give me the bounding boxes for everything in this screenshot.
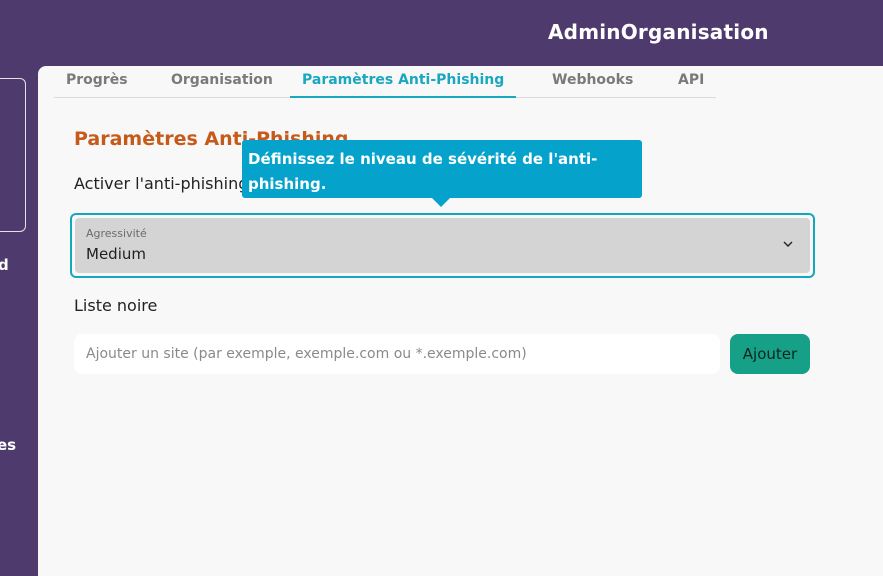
tab-webhooks[interactable]: Webhooks <box>552 72 633 96</box>
sidebar-text-fragment[interactable]: es <box>0 436 16 454</box>
app-title: AdminOrganisation <box>548 20 769 44</box>
add-site-button[interactable]: Ajouter <box>730 334 810 374</box>
severity-tooltip: Définissez le niveau de sévérité de l'an… <box>242 140 642 198</box>
tab-organisation[interactable]: Organisation <box>171 72 273 96</box>
tab-anti-phishing[interactable]: Paramètres Anti-Phishing <box>290 72 517 98</box>
sidebar-panel[interactable] <box>0 78 26 232</box>
enable-anti-phishing-label: Activer l'anti-phishing <box>74 174 249 193</box>
tab-bar: Progrès Organisation Paramètres Anti-Phi… <box>54 66 716 98</box>
aggressiveness-label: Agressivité <box>86 227 147 240</box>
aggressiveness-value: Medium <box>86 245 146 263</box>
sidebar-text-fragment[interactable]: d <box>0 256 9 274</box>
tab-api[interactable]: API <box>678 72 704 96</box>
tab-progres[interactable]: Progrès <box>66 72 128 96</box>
chevron-down-icon <box>783 241 793 247</box>
blacklist-site-input[interactable] <box>74 334 720 374</box>
tooltip-arrow <box>432 198 450 207</box>
aggressiveness-select[interactable]: Agressivité Medium <box>75 218 810 273</box>
blacklist-label: Liste noire <box>74 296 158 315</box>
